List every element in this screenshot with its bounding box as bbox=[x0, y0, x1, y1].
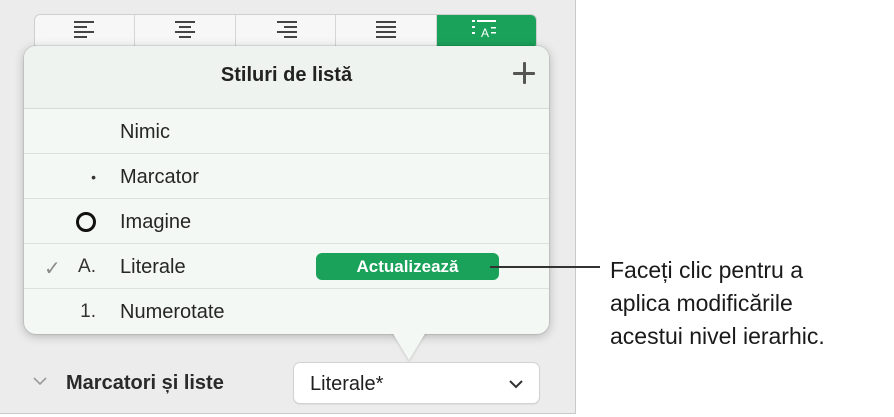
row-label: Marcator bbox=[120, 166, 199, 188]
update-button[interactable]: Actualizează bbox=[316, 253, 499, 280]
callout-line-1: Faceți clic pentru a bbox=[610, 257, 804, 283]
popover-pointer bbox=[392, 332, 426, 360]
align-left-button[interactable] bbox=[35, 15, 136, 49]
callout-leader-line bbox=[490, 266, 600, 268]
list-style-row-numbered[interactable]: 1. Numerotate bbox=[24, 289, 549, 334]
list-style-row-image[interactable]: Imagine bbox=[24, 199, 549, 244]
row-marker: 1. bbox=[80, 300, 96, 322]
row-label: Imagine bbox=[120, 211, 192, 233]
image-bullet-icon bbox=[76, 211, 96, 232]
align-center-icon bbox=[175, 21, 196, 38]
row-marker bbox=[24, 109, 110, 154]
list-style-row-none[interactable]: Nimic bbox=[24, 109, 549, 154]
svg-text:A: A bbox=[481, 26, 489, 39]
row-marker bbox=[24, 199, 110, 244]
popover-title: Stiluri de listă bbox=[220, 64, 353, 86]
callout-text: Faceți clic pentru a aplica modificările… bbox=[610, 254, 894, 353]
align-left-icon bbox=[73, 21, 94, 38]
section-title: Marcatori și liste bbox=[66, 372, 224, 394]
list-style-row-lettered[interactable]: ✓ A. Literale Actualizează bbox=[24, 244, 549, 289]
format-panel: A Stiluri de listă Nimic • Marcator Imag… bbox=[0, 0, 576, 414]
row-label: Numerotate bbox=[120, 301, 225, 323]
bullet-marker-icon: • bbox=[91, 168, 96, 185]
align-justify-icon bbox=[375, 21, 396, 38]
align-center-button[interactable] bbox=[135, 15, 236, 49]
chevron-down-icon bbox=[509, 380, 523, 389]
callout-line-3: acestui nivel ierarhic. bbox=[610, 323, 825, 349]
row-marker: A. bbox=[78, 255, 96, 277]
list-style-select[interactable]: Literale* bbox=[293, 362, 540, 404]
popover-header: Stiluri de listă bbox=[24, 46, 549, 109]
row-marker: • bbox=[24, 154, 110, 199]
callout-line-2: aplica modificările bbox=[610, 290, 793, 316]
alignment-segmented-control: A bbox=[34, 14, 537, 50]
list-style-row-bullet[interactable]: • Marcator bbox=[24, 154, 549, 199]
row-label: Literale bbox=[120, 256, 186, 278]
align-right-button[interactable] bbox=[236, 15, 337, 49]
align-justify-button[interactable] bbox=[336, 15, 437, 49]
align-right-icon bbox=[276, 21, 297, 38]
list-style-button[interactable]: A bbox=[436, 15, 536, 49]
add-style-button[interactable] bbox=[511, 60, 537, 86]
select-value: Literale* bbox=[310, 373, 384, 395]
list-styles-popover: Stiluri de listă Nimic • Marcator Imagin… bbox=[24, 46, 549, 334]
list-style-icon: A bbox=[472, 20, 497, 39]
chevron-down-icon[interactable] bbox=[33, 376, 47, 386]
row-label: Nimic bbox=[120, 121, 170, 143]
